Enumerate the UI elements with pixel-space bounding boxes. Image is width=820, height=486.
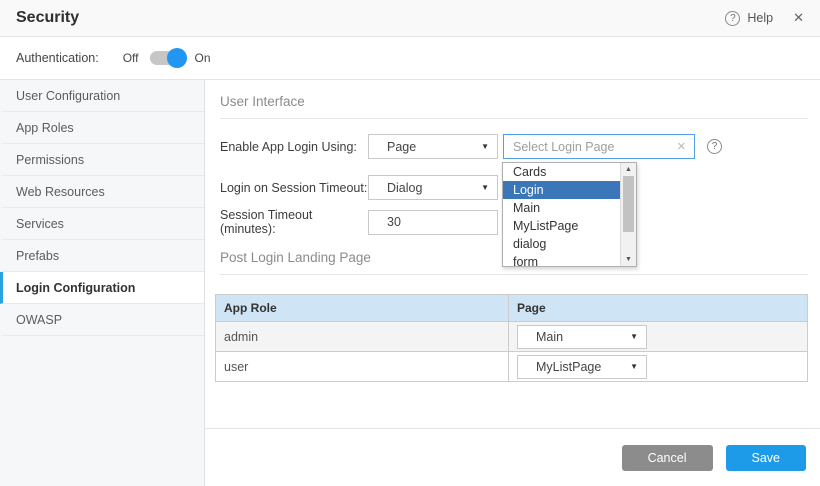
scroll-down-icon[interactable]: ▼ — [621, 253, 636, 266]
sidebar-item-permissions[interactable]: Permissions — [0, 144, 204, 176]
toggle-off-label: Off — [123, 51, 139, 65]
session-timeout-minutes-input[interactable]: 30 — [368, 210, 498, 235]
sidebar-item-services[interactable]: Services — [0, 208, 204, 240]
session-timeout-minutes-value: 30 — [387, 215, 401, 229]
login-page-dropdown: Cards Login Main MyListPage dialog form … — [502, 162, 637, 267]
session-timeout-minutes-label: Session Timeout (minutes): — [220, 208, 368, 236]
page-title: Security — [16, 9, 79, 27]
table-header-row: App Role Page — [216, 295, 808, 322]
sidebar-item-user-configuration[interactable]: User Configuration — [0, 80, 204, 112]
dropdown-option-form[interactable]: form — [503, 253, 620, 266]
session-timeout-login-label: Login on Session Timeout: — [220, 181, 368, 195]
settings-sidebar: User Configuration App Roles Permissions… — [0, 80, 205, 486]
dialog-header: Security ? Help ✕ — [0, 0, 820, 37]
chevron-down-icon: ▼ — [481, 142, 489, 151]
session-timeout-login-select[interactable]: Dialog ▼ — [368, 175, 498, 200]
admin-page-value: Main — [536, 330, 563, 344]
cancel-button[interactable]: Cancel — [622, 445, 713, 471]
sidebar-item-owasp[interactable]: OWASP — [0, 304, 204, 336]
enable-app-login-row: Enable App Login Using: Page ▼ Select Lo… — [220, 134, 820, 159]
app-role-cell: admin — [216, 322, 509, 352]
app-role-cell: user — [216, 352, 509, 382]
landing-page-table: App Role Page admin Main ▼ — [215, 294, 808, 382]
login-page-options: Cards Login Main MyListPage dialog form — [503, 163, 620, 266]
sidebar-item-app-roles[interactable]: App Roles — [0, 112, 204, 144]
enable-app-login-label: Enable App Login Using: — [220, 140, 368, 154]
dropdown-scrollbar[interactable]: ▲ ▼ — [620, 163, 636, 266]
authentication-toggle[interactable] — [150, 51, 184, 65]
scrollbar-track[interactable] — [621, 176, 636, 253]
admin-page-select[interactable]: Main ▼ — [517, 325, 647, 349]
scrollbar-thumb[interactable] — [623, 176, 634, 232]
header-actions: ? Help ✕ — [725, 10, 804, 26]
login-page-search-input[interactable]: Select Login Page ✕ — [503, 134, 695, 159]
chevron-down-icon: ▼ — [481, 183, 489, 192]
scroll-up-icon[interactable]: ▲ — [621, 163, 636, 176]
sidebar-item-prefabs[interactable]: Prefabs — [0, 240, 204, 272]
dropdown-option-login[interactable]: Login — [503, 181, 620, 199]
security-dialog: Security ? Help ✕ Authentication: Off On… — [0, 0, 820, 486]
table-row-user: user MyListPage ▼ — [216, 352, 808, 382]
toggle-on-label: On — [195, 51, 211, 65]
login-type-value: Page — [387, 140, 416, 154]
toggle-knob — [167, 48, 187, 68]
page-column-header: Page — [509, 295, 808, 322]
dropdown-option-mylistpage[interactable]: MyListPage — [503, 217, 620, 235]
session-timeout-login-value: Dialog — [387, 181, 422, 195]
save-button[interactable]: Save — [726, 445, 807, 471]
user-page-select[interactable]: MyListPage ▼ — [517, 355, 647, 379]
sidebar-item-web-resources[interactable]: Web Resources — [0, 176, 204, 208]
authentication-bar: Authentication: Off On — [0, 37, 820, 80]
login-type-select[interactable]: Page ▼ — [368, 134, 498, 159]
help-icon[interactable]: ? — [725, 11, 740, 26]
help-link[interactable]: Help — [747, 11, 773, 25]
app-role-column-header: App Role — [216, 295, 509, 322]
authentication-label: Authentication: — [16, 51, 99, 65]
dropdown-option-main[interactable]: Main — [503, 199, 620, 217]
clear-icon[interactable]: ✕ — [677, 140, 686, 153]
close-icon[interactable]: ✕ — [793, 10, 804, 26]
dropdown-option-cards[interactable]: Cards — [503, 163, 620, 181]
login-page-placeholder: Select Login Page — [513, 140, 677, 154]
dialog-footer: Cancel Save — [205, 428, 820, 486]
dropdown-option-dialog[interactable]: dialog — [503, 235, 620, 253]
chevron-down-icon: ▼ — [630, 332, 638, 341]
field-help-icon[interactable]: ? — [707, 139, 722, 154]
user-page-value: MyListPage — [536, 360, 601, 374]
sidebar-item-login-configuration[interactable]: Login Configuration — [0, 272, 204, 304]
table-row-admin: admin Main ▼ — [216, 322, 808, 352]
login-configuration-panel: User Interface Enable App Login Using: P… — [205, 80, 820, 486]
chevron-down-icon: ▼ — [630, 362, 638, 371]
user-interface-heading: User Interface — [220, 94, 808, 119]
